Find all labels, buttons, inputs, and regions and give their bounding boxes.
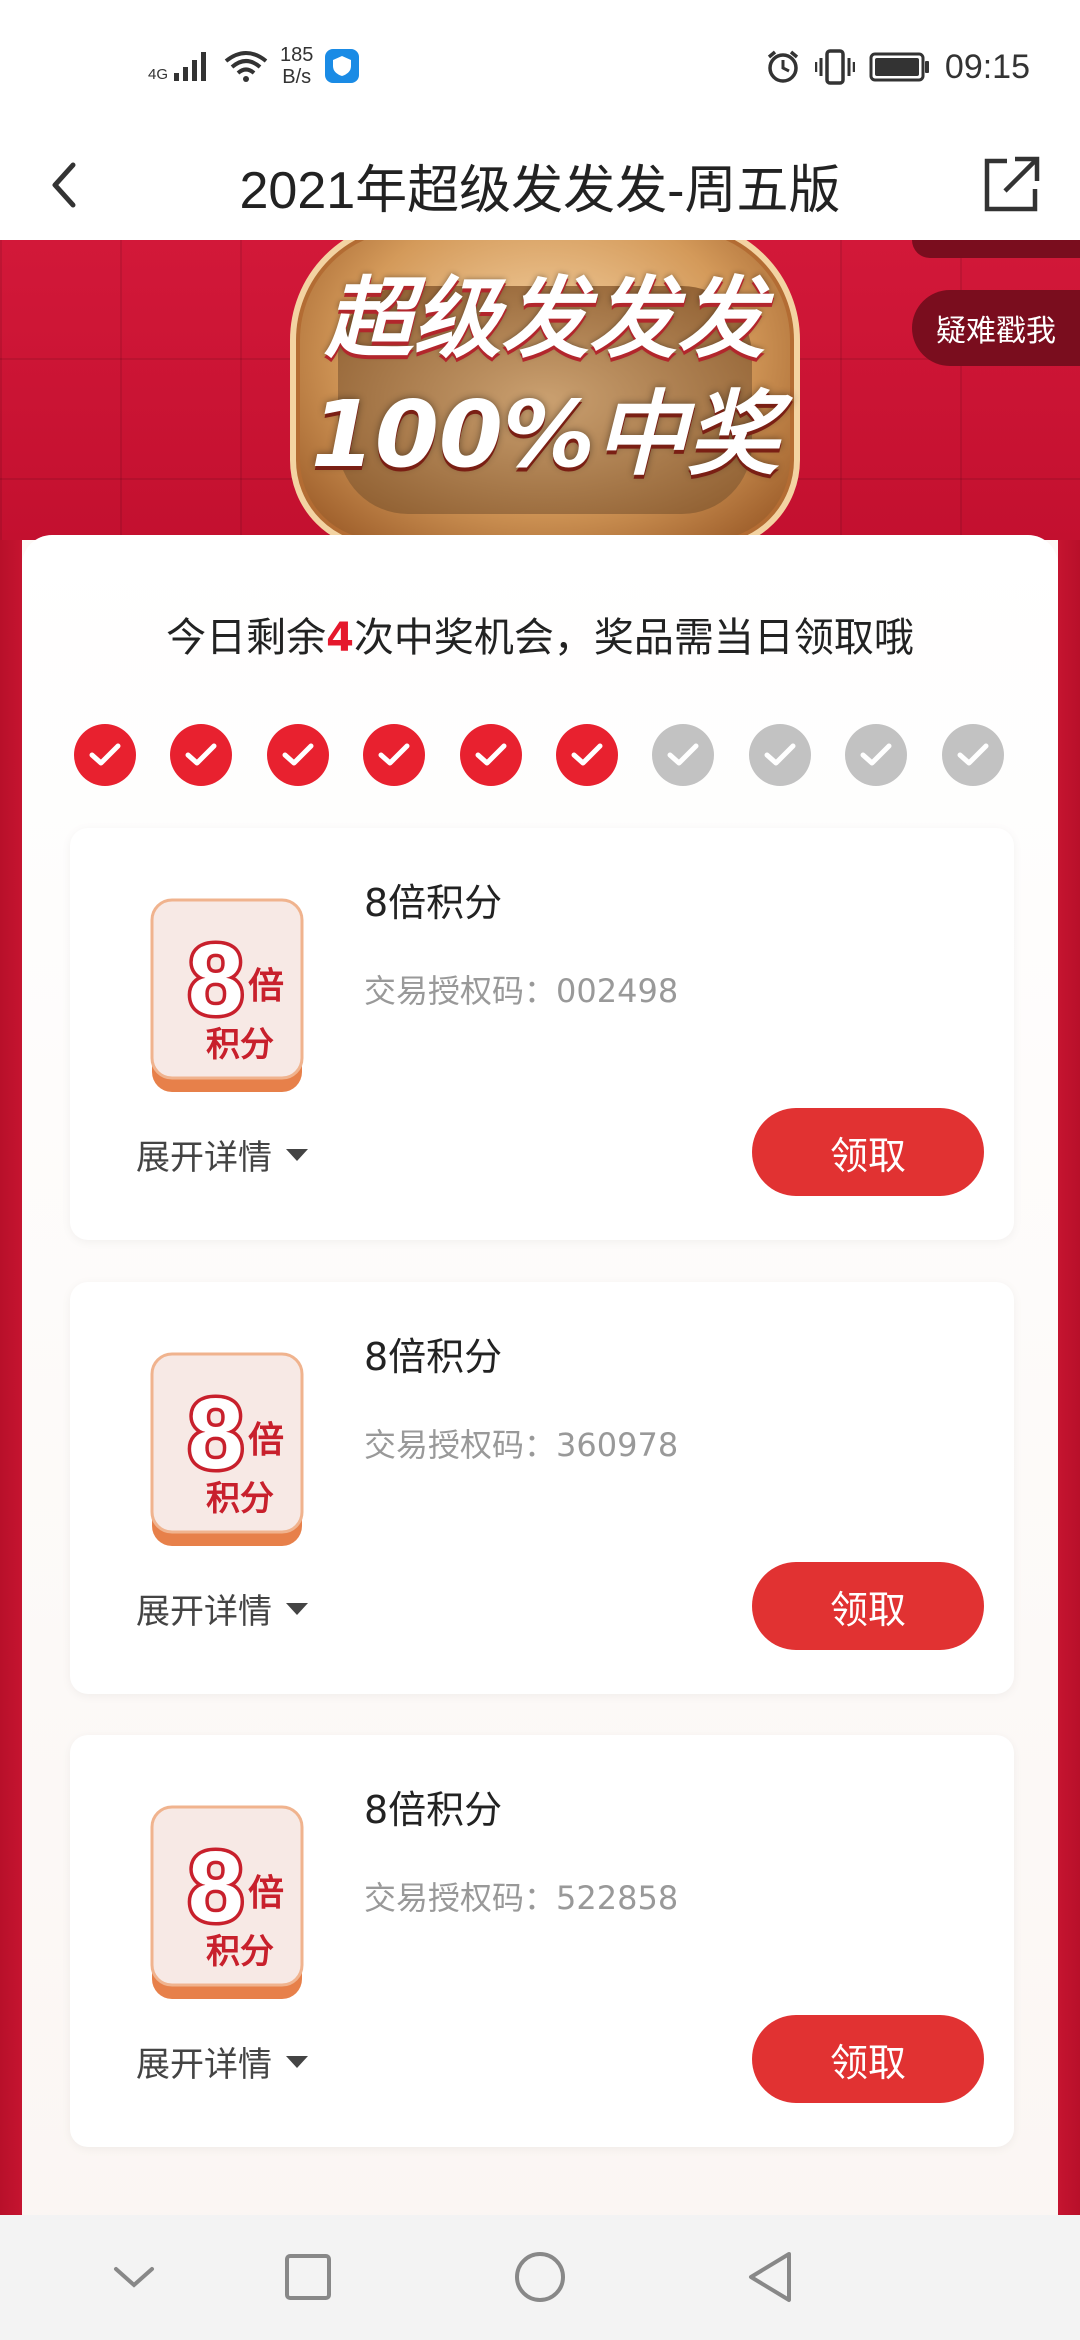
chance-dot xyxy=(170,724,233,786)
chance-progress-dots xyxy=(74,724,1014,788)
banner-subheadline: 100%中奖 xyxy=(310,381,780,488)
prize-image-char: 倍 xyxy=(248,1873,284,1914)
home-button[interactable] xyxy=(508,2245,572,2309)
chevron-down-icon xyxy=(114,2267,154,2288)
check-icon xyxy=(89,743,121,766)
chance-dot xyxy=(74,724,136,786)
expand-details-link[interactable]: 展开详情 xyxy=(136,1584,308,1633)
chance-dot xyxy=(748,724,811,786)
prize-image-sub: 积分 xyxy=(206,1479,274,1519)
status-right: 09:15 xyxy=(765,42,1030,92)
auth-code: 交易授权码：522858 xyxy=(364,1873,678,1919)
check-icon xyxy=(185,743,217,766)
caret-down-icon xyxy=(286,2055,308,2068)
network-label: 4G xyxy=(148,66,169,83)
check-icon xyxy=(957,743,989,766)
check-icon xyxy=(378,743,410,766)
prize-image-number: 8 xyxy=(188,1831,244,1943)
prize-title: 8倍积分 xyxy=(364,1335,503,1379)
system-nav-bar xyxy=(0,2215,1080,2340)
banner-headline: 超级发发发 xyxy=(324,267,765,370)
check-icon xyxy=(282,743,314,766)
battery-icon xyxy=(869,52,929,82)
nav-header: 2021年超级发发发-周五版 xyxy=(0,130,1080,240)
chance-dot xyxy=(266,724,329,786)
clock: 09:15 xyxy=(944,47,1030,86)
app-notification-icon xyxy=(325,49,360,83)
chance-dot xyxy=(459,724,522,786)
prize-image-sub: 积分 xyxy=(206,1932,274,1972)
prize-image-number: 8 xyxy=(188,1378,244,1490)
help-button[interactable]: 疑难戳我 xyxy=(912,290,1080,366)
check-icon xyxy=(764,743,796,766)
expand-details-label: 展开详情 xyxy=(136,1592,272,1632)
prize-image-sub: 积分 xyxy=(206,1025,274,1065)
expand-details-label: 展开详情 xyxy=(136,2045,272,2085)
speed-unit: B/s xyxy=(282,66,312,88)
back-arrow-icon xyxy=(52,162,76,208)
claim-button[interactable]: 领取 xyxy=(752,1562,984,1650)
promo-banner: 超级发发发 100%中奖 xyxy=(0,240,1080,540)
signal-icon: 4G xyxy=(148,49,212,83)
auth-code-label: 交易授权码： xyxy=(364,1879,557,1917)
share-external-icon xyxy=(984,156,1040,212)
chances-suffix: 次中奖机会，奖品需当日领取哦 xyxy=(353,615,914,661)
auth-code-value: 360978 xyxy=(556,1426,679,1464)
auth-code: 交易授权码：002498 xyxy=(364,966,678,1012)
prize-image: 8 倍积分 xyxy=(148,896,308,1096)
square-icon xyxy=(285,2254,331,2300)
prize-image: 8 倍积分 xyxy=(148,1803,308,2003)
chance-dot xyxy=(941,724,1004,786)
auth-code-value: 522858 xyxy=(556,1879,679,1917)
prize-title: 8倍积分 xyxy=(364,881,503,925)
check-icon xyxy=(571,743,603,766)
expand-details-link[interactable]: 展开详情 xyxy=(136,2037,308,2086)
claim-button[interactable]: 领取 xyxy=(752,1108,984,1196)
expand-details-link[interactable]: 展开详情 xyxy=(136,1130,308,1179)
vibrate-icon xyxy=(814,49,855,85)
back-button[interactable] xyxy=(34,155,94,215)
wifi-icon xyxy=(224,51,268,82)
prize-image-char: 倍 xyxy=(248,1420,284,1461)
auth-code-label: 交易授权码： xyxy=(364,972,557,1010)
expand-details-label: 展开详情 xyxy=(136,1138,272,1178)
chance-dot xyxy=(556,724,618,786)
chance-dot xyxy=(363,724,426,786)
check-icon xyxy=(860,743,892,766)
auth-code-label: 交易授权码： xyxy=(364,1426,557,1464)
prize-card: 8 倍积分 8倍积分 交易授权码：002498 展开详情 领取 xyxy=(70,828,1014,1240)
prize-image-number: 8 xyxy=(188,924,244,1036)
caret-down-icon xyxy=(286,1602,308,1615)
page-title: 2021年超级发发发-周五版 xyxy=(239,161,841,220)
circle-icon xyxy=(515,2252,565,2302)
caret-down-icon xyxy=(286,1148,308,1161)
chance-dot xyxy=(845,724,908,786)
status-bar: 4G 185 B/s 09:15 xyxy=(0,0,1080,130)
prize-image: 8 倍积分 xyxy=(148,1350,308,1550)
chances-prefix: 今日剩余 xyxy=(166,615,327,661)
prize-image-char: 倍 xyxy=(248,966,284,1007)
check-icon xyxy=(667,743,699,766)
status-left: 4G 185 B/s xyxy=(148,38,360,94)
speed-value: 185 xyxy=(280,44,314,66)
alarm-icon xyxy=(767,50,799,83)
check-icon xyxy=(475,743,507,766)
prize-card: 8 倍积分 8倍积分 交易授权码：360978 展开详情 领取 xyxy=(70,1282,1014,1694)
system-back-button[interactable] xyxy=(738,2245,802,2309)
collapse-button[interactable] xyxy=(102,2245,166,2309)
network-speed: 185 B/s xyxy=(280,44,313,88)
prize-card: 8 倍积分 8倍积分 交易授权码：522858 展开详情 领取 xyxy=(70,1735,1014,2147)
chance-dot xyxy=(652,724,715,786)
recent-apps-button[interactable] xyxy=(276,2245,340,2309)
chances-count: 4 xyxy=(326,615,354,661)
chances-text: 今日剩余4次中奖机会，奖品需当日领取哦 xyxy=(22,605,1058,663)
banner-side-tab xyxy=(912,240,1080,258)
auth-code-value: 002498 xyxy=(556,972,679,1010)
triangle-back-icon xyxy=(749,2252,791,2302)
prize-title: 8倍积分 xyxy=(364,1788,503,1832)
share-button[interactable] xyxy=(978,152,1044,218)
auth-code: 交易授权码：360978 xyxy=(364,1420,678,1466)
prize-panel: 今日剩余4次中奖机会，奖品需当日领取哦 8 倍积分 8倍积分 交易授权码：002498… xyxy=(22,535,1058,2235)
claim-button[interactable]: 领取 xyxy=(752,2015,984,2103)
